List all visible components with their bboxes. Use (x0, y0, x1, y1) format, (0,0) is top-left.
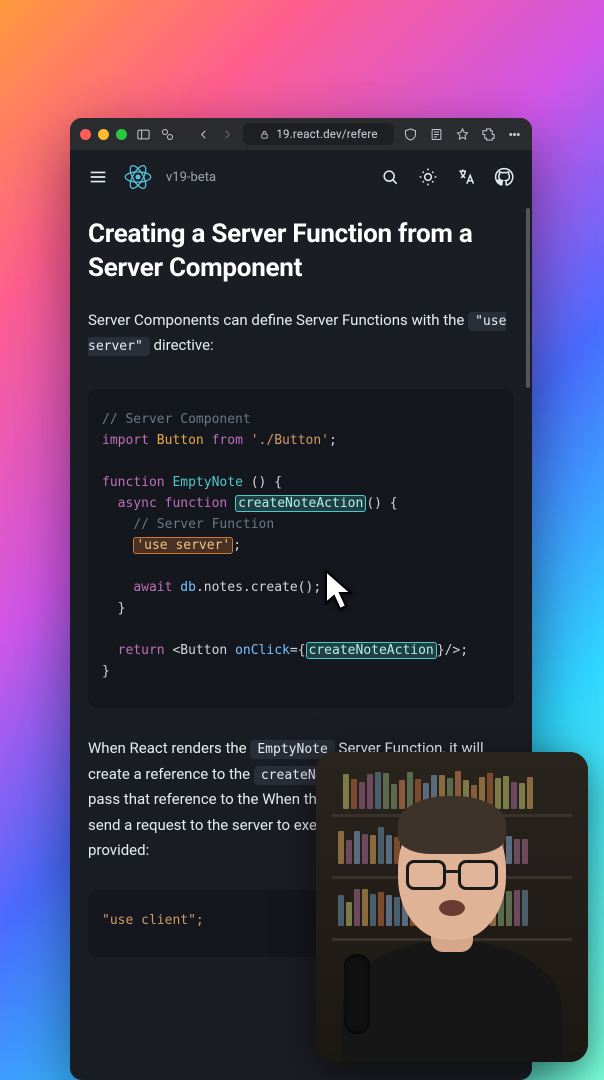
page-heading: Creating a Server Function from a Server… (88, 218, 514, 286)
intro-paragraph: Server Components can define Server Func… (88, 308, 514, 359)
webcam-overlay (316, 752, 588, 1062)
tab-group-icon[interactable] (159, 126, 175, 142)
reader-icon[interactable] (428, 126, 444, 142)
search-icon[interactable] (378, 165, 402, 189)
close-window-button[interactable] (80, 129, 91, 140)
more-icon[interactable] (506, 126, 522, 142)
version-label: v19-beta (166, 170, 216, 185)
highlight-use-server: 'use server' (133, 537, 233, 554)
window-controls (80, 129, 127, 140)
microphone (344, 954, 370, 1034)
highlight-create-note-action-ref: createNoteAction (306, 642, 437, 659)
url-text: 19.react.dev/refere (276, 127, 377, 141)
shield-icon[interactable] (402, 126, 418, 142)
sidebar-toggle-icon[interactable] (135, 126, 151, 142)
github-icon[interactable] (492, 165, 516, 189)
theme-toggle-icon[interactable] (416, 165, 440, 189)
react-logo-icon[interactable] (124, 163, 152, 191)
minimize-window-button[interactable] (98, 129, 109, 140)
code-block-server-component: // Server Component import Button from '… (88, 389, 514, 709)
translate-icon[interactable] (454, 165, 478, 189)
highlight-create-note-action: createNoteAction (235, 495, 366, 512)
hamburger-menu-button[interactable] (86, 165, 110, 189)
site-header: v19-beta (70, 150, 532, 204)
bookmark-icon[interactable] (454, 126, 470, 142)
nav-forward-button[interactable] (219, 126, 235, 142)
extensions-icon[interactable] (480, 126, 496, 142)
nav-back-button[interactable] (195, 126, 211, 142)
browser-titlebar: 19.react.dev/refere (70, 118, 532, 150)
scrollbar[interactable] (526, 208, 530, 388)
lock-icon (259, 129, 270, 140)
maximize-window-button[interactable] (116, 129, 127, 140)
presenter-person (347, 820, 557, 1062)
url-bar[interactable]: 19.react.dev/refere (243, 123, 394, 145)
